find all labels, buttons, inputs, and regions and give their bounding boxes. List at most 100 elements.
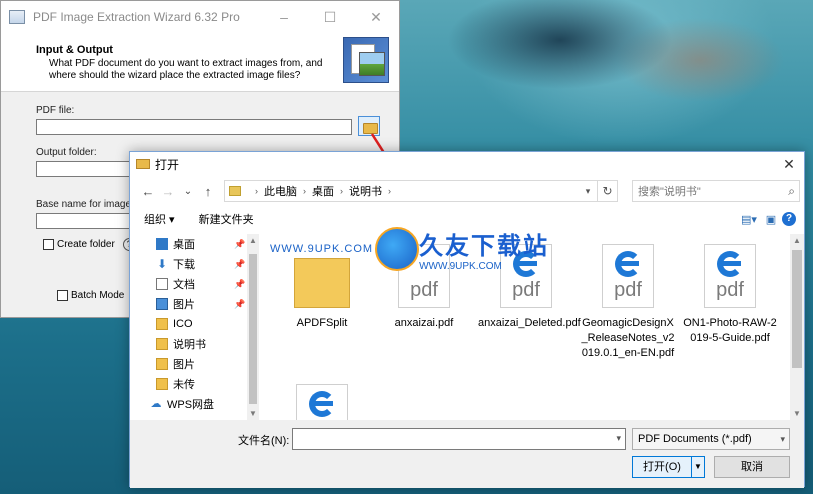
edge-pdf-icon bbox=[296, 384, 348, 420]
forward-button[interactable]: → bbox=[158, 184, 178, 199]
pdf-text: pdf bbox=[614, 279, 642, 301]
file-name: anxaizai_Deleted.pdf bbox=[478, 317, 581, 329]
open-options-button[interactable]: ▼ bbox=[691, 456, 705, 478]
edge-bar bbox=[621, 261, 639, 266]
back-button[interactable]: ← bbox=[138, 184, 158, 199]
folder-icon bbox=[156, 318, 168, 330]
scroll-down-icon[interactable]: ▼ bbox=[247, 409, 259, 418]
scrollbar-thumb[interactable] bbox=[249, 254, 257, 404]
scroll-up-icon[interactable]: ▲ bbox=[790, 236, 804, 245]
nav-item-untransferred[interactable]: 未传 bbox=[130, 374, 260, 394]
new-folder-button[interactable]: 新建文件夹 bbox=[199, 211, 254, 227]
file-item[interactable] bbox=[274, 384, 370, 420]
scrollbar-thumb[interactable] bbox=[792, 250, 802, 368]
open-file-dialog: 打开 ✕ ← → ⌄ ↑ › 此电脑 › 桌面 › 说明书 › ▾ ↻ 搜索"说… bbox=[129, 151, 805, 488]
dialog-bottom-bar: 文件名(N): ▾ PDF Documents (*.pdf) ▾ 打开(O) … bbox=[130, 420, 804, 488]
nav-item-pictures[interactable]: 图片 📌 bbox=[130, 294, 260, 314]
pictures-icon bbox=[156, 298, 168, 310]
cloud-icon: ☁ bbox=[150, 398, 162, 410]
organize-button[interactable]: 组织 ▾ bbox=[144, 211, 175, 227]
filename-dropdown-icon[interactable]: ▾ bbox=[616, 433, 621, 444]
desktop-icon bbox=[156, 238, 168, 250]
watermark-title: 久友下载站 bbox=[419, 233, 550, 260]
folder-icon bbox=[156, 338, 168, 350]
pin-icon: 📌 bbox=[234, 258, 246, 269]
help-icon[interactable]: ? bbox=[782, 212, 796, 226]
pin-icon: 📌 bbox=[234, 298, 246, 309]
up-button[interactable]: ↑ bbox=[198, 184, 218, 199]
nav-item-label: 桌面 bbox=[173, 239, 195, 251]
filename-label: 文件名(N): bbox=[238, 435, 290, 447]
preview-pane-icon[interactable]: ▣ bbox=[760, 213, 782, 226]
breadcrumb-manual[interactable]: 说明书 bbox=[349, 183, 382, 199]
view-mode-icon[interactable]: ▤▾ bbox=[738, 213, 760, 226]
file-name: anxaizai.pdf bbox=[394, 317, 454, 329]
breadcrumb-sep-icon: › bbox=[303, 186, 306, 196]
edge-pdf-icon: pdf bbox=[704, 244, 756, 308]
nav-item-manual[interactable]: 说明书 bbox=[130, 334, 260, 354]
file-type-dropdown-icon[interactable]: ▾ bbox=[780, 434, 785, 445]
filename-input[interactable]: ▾ bbox=[292, 428, 626, 450]
address-bar[interactable]: › 此电脑 › 桌面 › 说明书 › ▾ bbox=[224, 180, 598, 202]
file-name: APDFSplit bbox=[296, 317, 348, 329]
edge-pdf-icon: pdf bbox=[602, 244, 654, 308]
nav-item-label: 图片 bbox=[173, 299, 195, 311]
folder-icon bbox=[156, 358, 168, 370]
breadcrumb-desktop[interactable]: 桌面 bbox=[312, 183, 334, 199]
nav-item-label: 文档 bbox=[173, 279, 195, 291]
pdf-text: pdf bbox=[512, 279, 540, 301]
dialog-close-button[interactable]: ✕ bbox=[774, 156, 804, 173]
search-placeholder: 搜索"说明书" bbox=[638, 186, 701, 198]
pin-icon: 📌 bbox=[234, 278, 246, 289]
nav-item-label: 下载 bbox=[173, 259, 195, 271]
dialog-title: 打开 bbox=[155, 157, 180, 172]
refresh-button[interactable]: ↻ bbox=[598, 180, 618, 202]
folder-icon bbox=[229, 186, 241, 196]
scroll-down-icon[interactable]: ▼ bbox=[790, 409, 804, 418]
open-button[interactable]: 打开(O) bbox=[632, 456, 692, 478]
cancel-button[interactable]: 取消 bbox=[714, 456, 790, 478]
navigation-bar: ← → ⌄ ↑ › 此电脑 › 桌面 › 说明书 › ▾ ↻ 搜索"说明书" ⌕ bbox=[130, 176, 804, 206]
download-icon: ⬇ bbox=[156, 257, 168, 271]
file-list-scrollbar[interactable]: ▲ ▼ bbox=[790, 234, 804, 420]
nav-item-ico[interactable]: ICO bbox=[130, 314, 260, 334]
folder-icon bbox=[156, 378, 168, 390]
file-item[interactable]: pdf GeomagicDesignX_ReleaseNotes_v2019.0… bbox=[580, 244, 676, 361]
watermark-text: 久友下载站 WWW.9UPK.COM bbox=[419, 226, 549, 272]
dialog-folder-icon bbox=[136, 159, 150, 169]
breadcrumb-sep-icon: › bbox=[388, 186, 391, 196]
address-dropdown-icon[interactable]: ▾ bbox=[579, 186, 597, 197]
nav-item-label: 未传 bbox=[173, 379, 195, 391]
nav-item-label: ICO bbox=[173, 318, 193, 330]
nav-item-wps-cloud[interactable]: ☁ WPS网盘 bbox=[130, 394, 260, 414]
file-type-value: PDF Documents (*.pdf) bbox=[638, 433, 752, 445]
pin-icon: 📌 bbox=[234, 238, 246, 249]
nav-item-desktop[interactable]: 桌面 📌 bbox=[130, 234, 260, 254]
nav-item-label: 说明书 bbox=[173, 339, 206, 351]
recent-locations-button[interactable]: ⌄ bbox=[178, 186, 198, 197]
edge-bar bbox=[723, 261, 741, 266]
nav-item-pictures-folder[interactable]: 图片 bbox=[130, 354, 260, 374]
file-name: GeomagicDesignX_ReleaseNotes_v2019.0.1_e… bbox=[581, 317, 675, 359]
search-input[interactable]: 搜索"说明书" ⌕ bbox=[632, 180, 800, 202]
watermark-logo-icon bbox=[375, 227, 420, 271]
nav-pane-scrollbar[interactable]: ▲ ▼ bbox=[247, 234, 259, 420]
watermark: WWW.9UPK.COM 久友下载站 WWW.9UPK.COM bbox=[270, 226, 549, 272]
nav-item-downloads[interactable]: ⬇ 下载 📌 bbox=[130, 254, 260, 274]
file-item[interactable]: pdf ON1-Photo-RAW-2019-5-Guide.pdf bbox=[682, 244, 778, 346]
dialog-titlebar[interactable]: 打开 ✕ bbox=[130, 152, 804, 176]
view-controls: ▤▾ ▣ ? bbox=[738, 212, 804, 226]
nav-item-label: 图片 bbox=[173, 359, 195, 371]
edge-bar bbox=[315, 401, 333, 406]
breadcrumb-this-pc[interactable]: 此电脑 bbox=[264, 183, 297, 199]
file-type-select[interactable]: PDF Documents (*.pdf) ▾ bbox=[632, 428, 790, 450]
watermark-url-small: WWW.9UPK.COM bbox=[419, 261, 502, 272]
nav-item-label: WPS网盘 bbox=[167, 399, 215, 411]
search-icon[interactable]: ⌕ bbox=[788, 184, 795, 199]
watermark-url: WWW.9UPK.COM bbox=[270, 243, 374, 255]
pdf-text: pdf bbox=[716, 279, 744, 301]
navigation-pane: 桌面 📌 ⬇ 下载 📌 文档 📌 图片 📌 ICO 说明书 图片 未传 ☁ WP… bbox=[130, 234, 260, 420]
nav-item-documents[interactable]: 文档 📌 bbox=[130, 274, 260, 294]
scroll-up-icon[interactable]: ▲ bbox=[247, 236, 259, 245]
breadcrumb-sep-icon: › bbox=[255, 186, 258, 196]
